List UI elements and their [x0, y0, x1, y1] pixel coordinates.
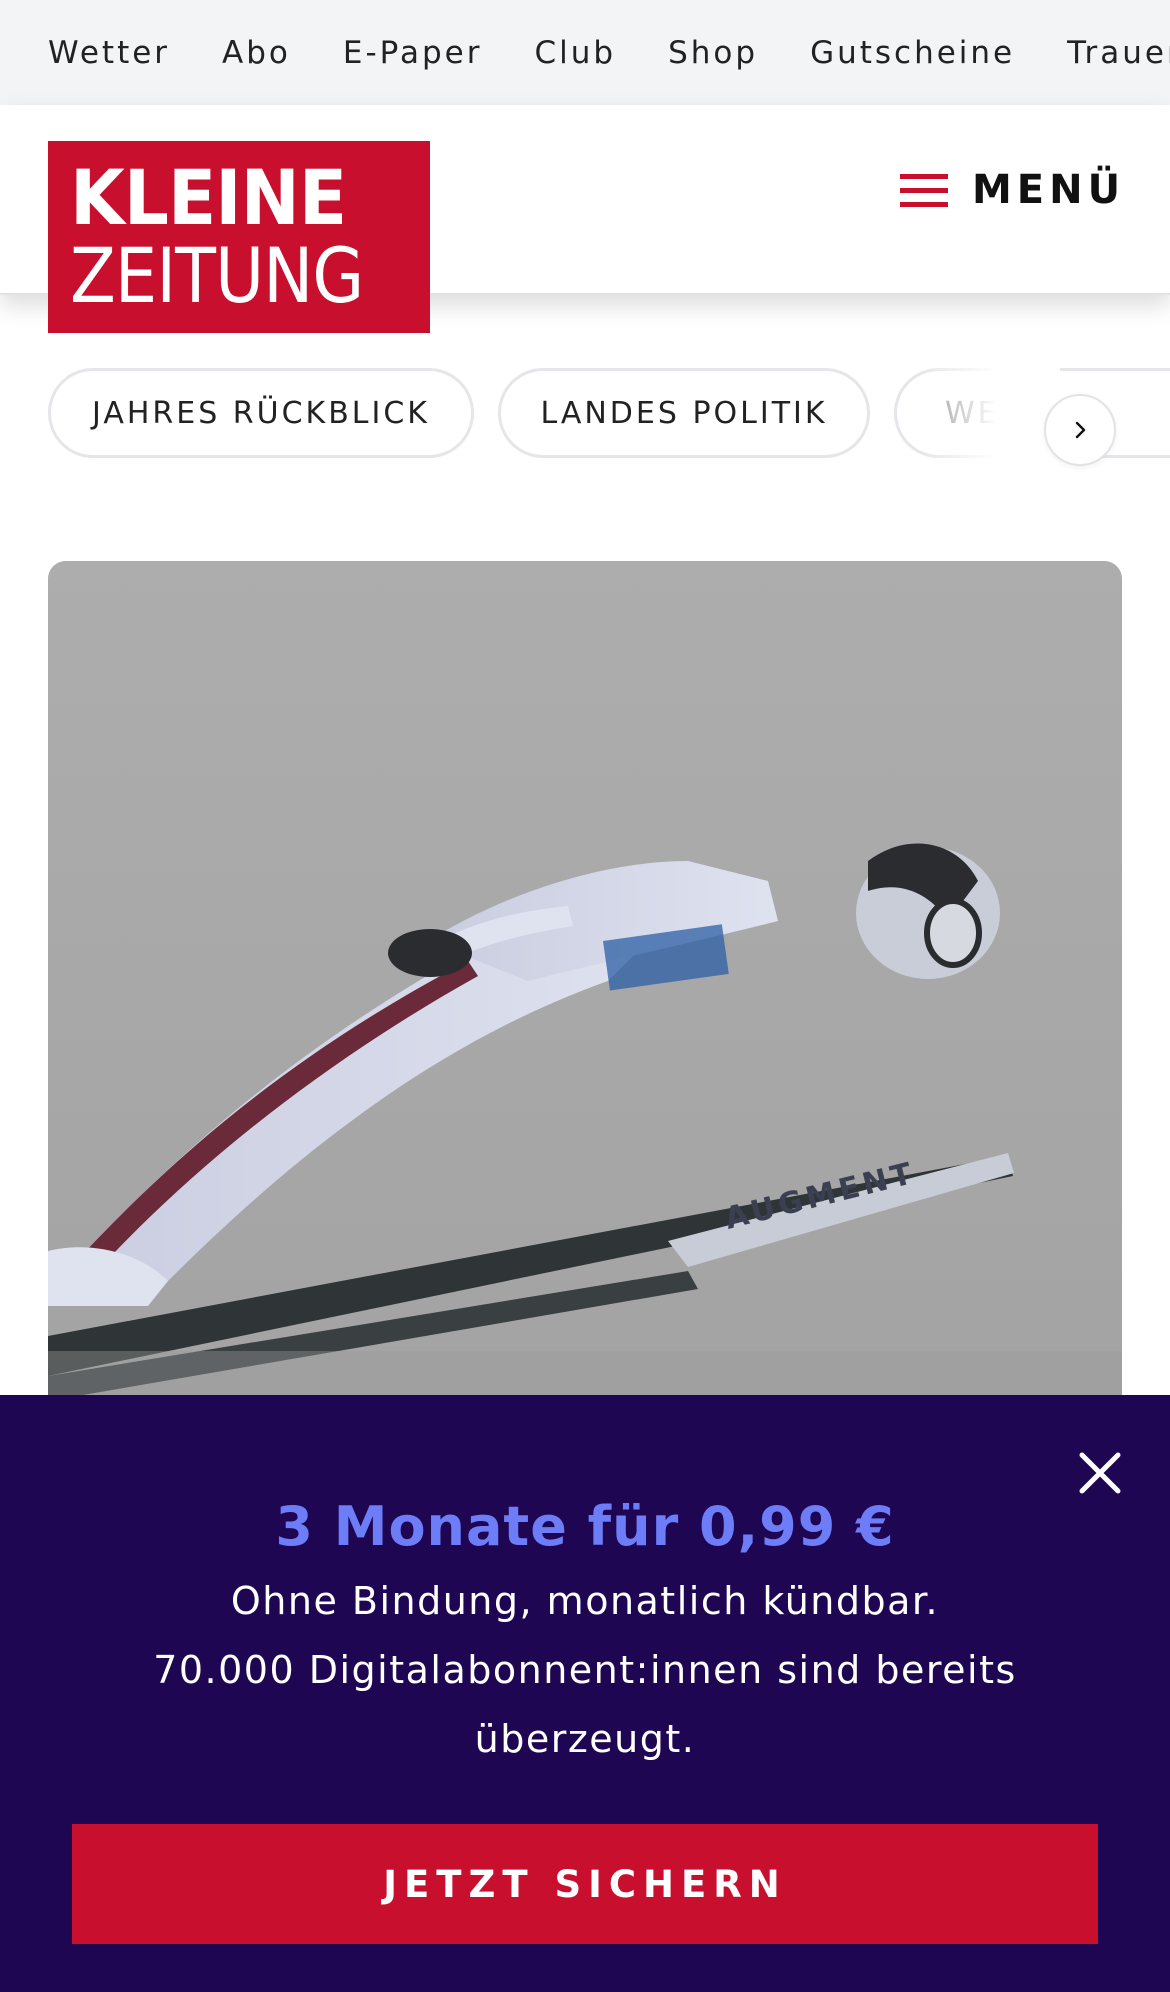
hero-image-ski-jumper[interactable]: AUGMENT	[48, 561, 1122, 1421]
topic-pill-jahresrueckblick[interactable]: JAHRES RÜCKBLICK	[48, 368, 474, 458]
top-utility-nav: Wetter Abo E-Paper Club Shop Gutscheine …	[0, 0, 1170, 105]
nav-link-club[interactable]: Club	[534, 35, 616, 71]
promo-close-button[interactable]	[1072, 1445, 1128, 1501]
chevron-right-icon	[1075, 421, 1086, 439]
pill-fade-overlay	[920, 360, 1060, 500]
close-icon	[1079, 1452, 1121, 1494]
promo-line-1: Ohne Bindung, monatlich kündbar.	[230, 1579, 940, 1623]
logo-line-1: KLEINE	[70, 153, 347, 242]
menu-label: MENÜ	[972, 167, 1126, 213]
promo-line-2: 70.000 Digitalabonnent:innen sind bereit…	[153, 1648, 1017, 1761]
nav-link-epaper[interactable]: E-Paper	[343, 35, 483, 71]
kleine-zeitung-logo[interactable]: KLEINE ZEITUNG	[48, 141, 430, 333]
promo-headline: 3 Monate für 0,99 €	[275, 1495, 895, 1558]
nav-link-abo[interactable]: Abo	[222, 35, 291, 71]
nav-link-shop[interactable]: Shop	[668, 35, 758, 71]
nav-link-trauerportal[interactable]: Trauerpo	[1067, 35, 1170, 71]
subscription-promo-banner: 3 Monate für 0,99 € Ohne Bindung, monatl…	[0, 1395, 1170, 1992]
site-header: KLEINE ZEITUNG MENÜ	[0, 105, 1170, 333]
topic-pill-landespolitik[interactable]: LANDES POLITIK	[498, 368, 870, 458]
promo-description: Ohne Bindung, monatlich kündbar. 70.000 …	[130, 1567, 1040, 1774]
cta-jetzt-sichern-button[interactable]: JETZT SICHERN	[72, 1824, 1098, 1944]
menu-button[interactable]: MENÜ	[900, 167, 1125, 213]
topics-scroll-next-button[interactable]	[1044, 394, 1116, 466]
logo-line-2: ZEITUNG	[70, 231, 364, 320]
hamburger-icon	[900, 172, 948, 208]
nav-link-gutscheine[interactable]: Gutscheine	[810, 35, 1015, 71]
nav-link-wetter[interactable]: Wetter	[48, 35, 170, 71]
ski-jumper-photo: AUGMENT	[48, 561, 1122, 1421]
page: Wetter Abo E-Paper Club Shop Gutscheine …	[0, 0, 1170, 1992]
